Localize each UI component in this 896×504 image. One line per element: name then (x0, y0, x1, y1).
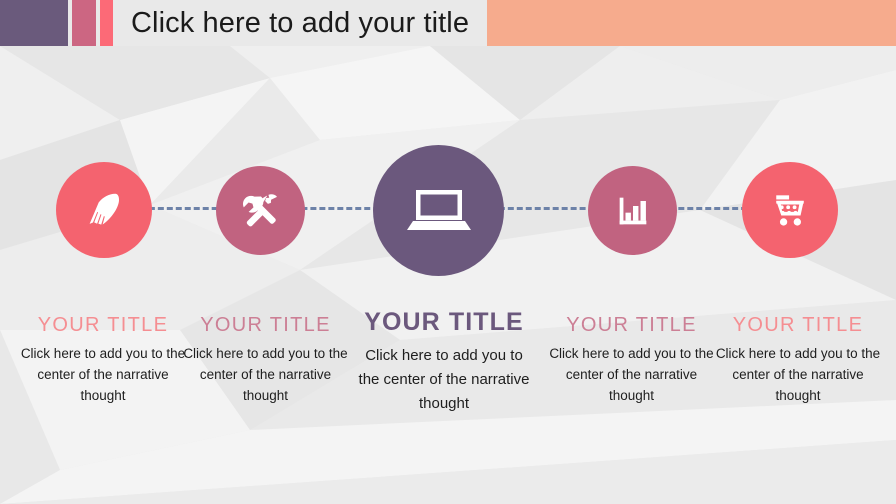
text-column-2: YOUR TITLE Click here to add you to the … (178, 314, 353, 406)
laptop-icon (406, 184, 472, 238)
column-body-1[interactable]: Click here to add you to the center of t… (14, 343, 192, 406)
column-body-3[interactable]: Click here to add you to the center of t… (353, 344, 535, 416)
icon-node-2[interactable] (216, 166, 305, 255)
column-title-3[interactable]: YOUR TITLE (353, 308, 535, 337)
column-body-2[interactable]: Click here to add you to the center of t… (178, 343, 353, 406)
header-accent-bar-purple (0, 0, 68, 46)
header-accent-bar-rose (72, 0, 96, 46)
column-title-4[interactable]: YOUR TITLE (548, 314, 715, 337)
pen-nib-icon (81, 187, 127, 233)
hammer-wrench-icon (240, 190, 282, 232)
column-body-4[interactable]: Click here to add you to the center of t… (548, 343, 715, 406)
column-title-2[interactable]: YOUR TITLE (178, 314, 353, 337)
column-title-1[interactable]: YOUR TITLE (14, 314, 192, 337)
shopping-cart-icon (768, 188, 812, 232)
icon-node-1[interactable] (56, 162, 152, 258)
presentation-slide: Click here to add your title YOUR TITLE … (0, 0, 896, 504)
text-column-5: YOUR TITLE Click here to add you to the … (712, 314, 884, 406)
icon-node-3[interactable] (373, 145, 504, 276)
text-column-4: YOUR TITLE Click here to add you to the … (548, 314, 715, 406)
header-accent-bar-peach (487, 0, 896, 46)
bar-chart-icon (613, 191, 653, 231)
slide-title[interactable]: Click here to add your title (131, 0, 469, 46)
icon-node-row (0, 0, 896, 504)
text-column-1: YOUR TITLE Click here to add you to the … (14, 314, 192, 406)
header-accent-bar-coral (100, 0, 113, 46)
column-title-5[interactable]: YOUR TITLE (712, 314, 884, 337)
icon-node-5[interactable] (742, 162, 838, 258)
column-body-5[interactable]: Click here to add you to the center of t… (712, 343, 884, 406)
text-column-3: YOUR TITLE Click here to add you to the … (353, 308, 535, 416)
icon-node-4[interactable] (588, 166, 677, 255)
slide-header: Click here to add your title (0, 0, 896, 46)
